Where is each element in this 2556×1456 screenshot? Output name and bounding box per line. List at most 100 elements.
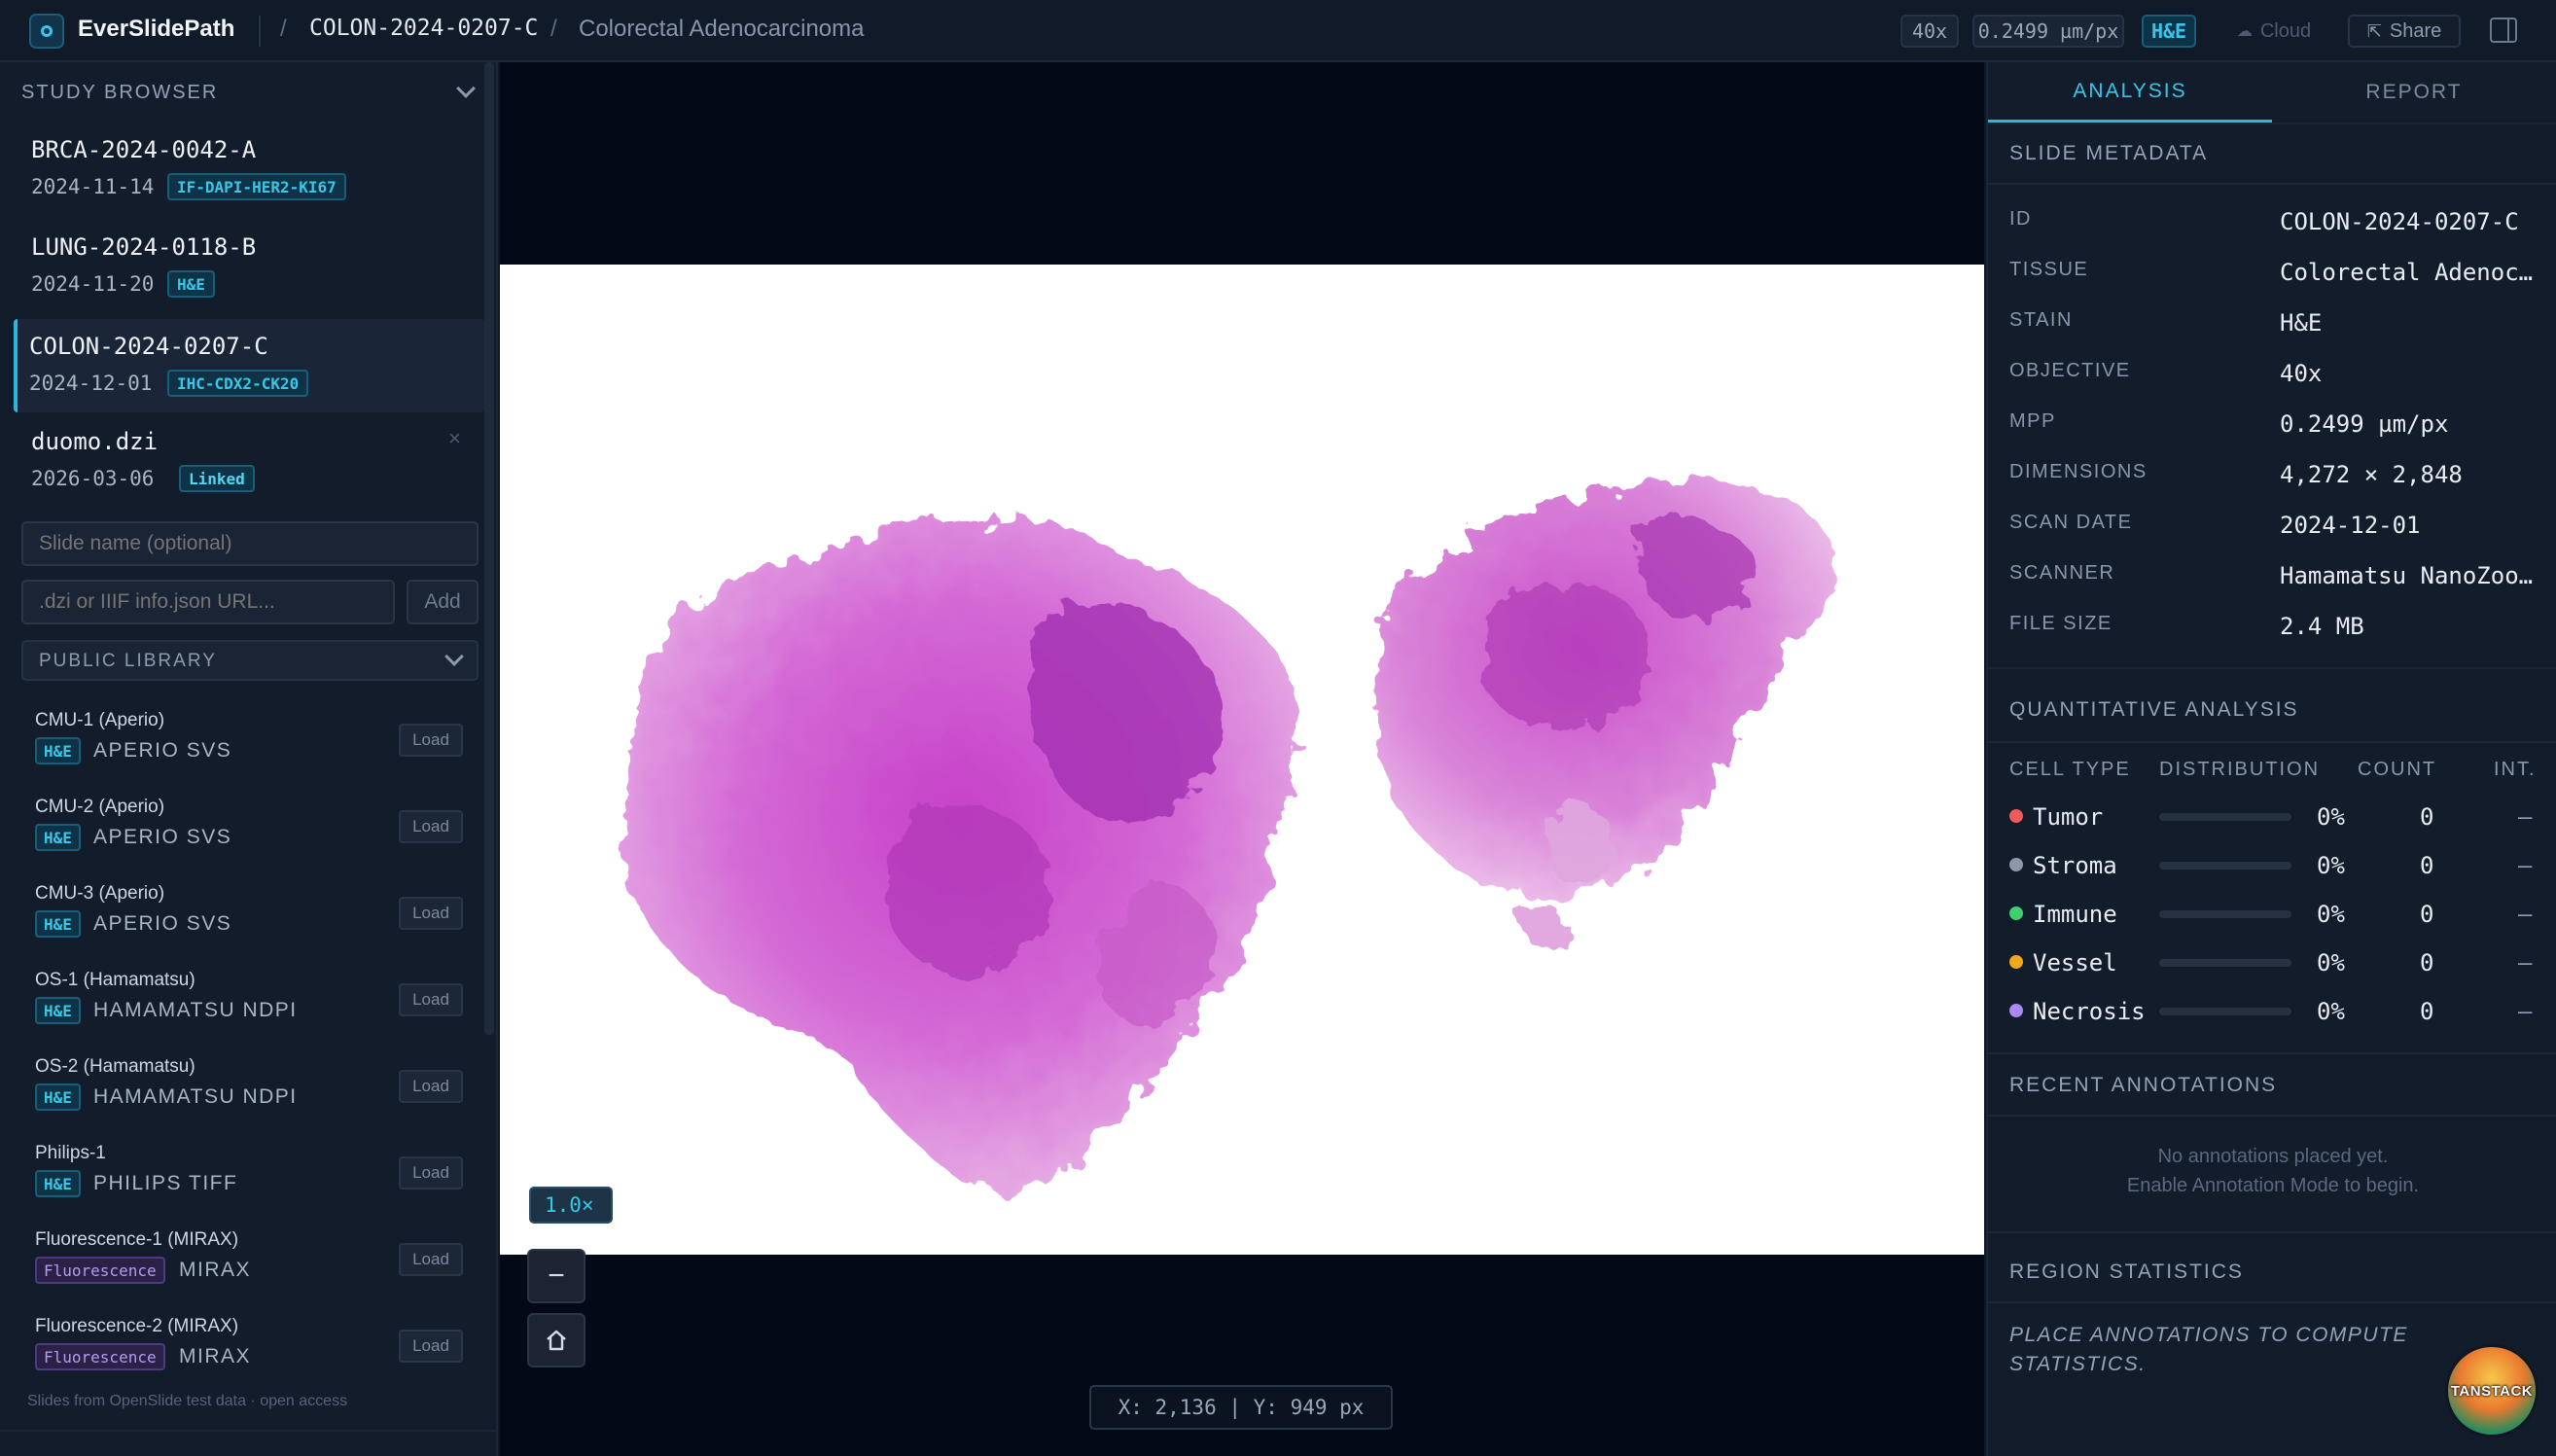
divider: [259, 16, 261, 47]
metadata-value: 2024-12-01: [2280, 512, 2421, 539]
cell-type-color-dot: [2009, 1004, 2023, 1017]
metadata-key: STAIN: [2009, 309, 2073, 331]
load-button[interactable]: Load: [399, 983, 463, 1016]
library-item-name: Fluorescence-1 (MIRAX): [35, 1229, 239, 1250]
sidebar-scrollbar[interactable]: [484, 62, 494, 1035]
slide-metadata-title: SLIDE METADATA: [2009, 142, 2209, 164]
metadata-key: FILE SIZE: [2009, 613, 2112, 634]
study-item[interactable]: BRCA-2024-0042-A 2024-11-14 IF-DAPI-HER2…: [14, 123, 484, 216]
cloud-button[interactable]: ☁ Cloud: [2225, 15, 2323, 48]
analysis-panel: ANALYSIS REPORT SLIDE METADATA ID COLON-…: [1986, 62, 2556, 1456]
load-button[interactable]: Load: [399, 1243, 463, 1276]
metadata-key: SCAN DATE: [2009, 512, 2133, 533]
study-item-active[interactable]: COLON-2024-0207-C 2024-12-01 IHC-CDX2-CK…: [14, 319, 484, 412]
distribution-bar: [2159, 813, 2291, 821]
load-button[interactable]: Load: [399, 1156, 463, 1190]
metadata-key: DIMENSIONS: [2009, 461, 2148, 482]
tissue-section-image: [622, 479, 1834, 1189]
distribution-bar: [2159, 1008, 2291, 1015]
close-icon[interactable]: ×: [448, 426, 461, 451]
slide-image[interactable]: [500, 265, 1984, 1255]
annotations-empty-text: No annotations placed yet.: [2157, 1146, 2389, 1167]
quantitative-analysis-title: QUANTITATIVE ANALYSIS: [2009, 698, 2299, 721]
distribution-bar: [2159, 862, 2291, 870]
stain-tag: H&E: [167, 270, 215, 298]
column-header-cell-type: CELL TYPE: [2009, 759, 2131, 780]
app-title[interactable]: EverSlidePath: [78, 16, 234, 43]
share-icon: ⇱: [2366, 20, 2382, 41]
load-button[interactable]: Load: [399, 810, 463, 843]
cell-type-row: Tumor 0% 0 —: [1988, 794, 2556, 842]
study-name: duomo.dzi: [31, 428, 159, 455]
slide-viewer[interactable]: 1.0× − X: 2,136 | Y: 949 px: [500, 62, 1984, 1456]
slide-name-input[interactable]: [21, 521, 479, 566]
cell-type-name: Vessel: [2033, 949, 2117, 977]
cell-type-row: Necrosis 0% 0 —: [1988, 988, 2556, 1037]
library-item-format: MIRAX: [179, 1345, 252, 1367]
cell-type-color-dot: [2009, 906, 2023, 920]
cell-type-row: Immune 0% 0 —: [1988, 891, 2556, 940]
slide-url-input[interactable]: [21, 580, 395, 624]
load-button[interactable]: Load: [399, 1070, 463, 1103]
panel-toggle-icon[interactable]: [2490, 18, 2517, 43]
add-slide-button[interactable]: Add: [407, 580, 479, 624]
home-button[interactable]: [527, 1313, 586, 1367]
library-item-name: CMU-2 (Aperio): [35, 797, 165, 817]
load-button[interactable]: Load: [399, 897, 463, 930]
cell-intensity: —: [2518, 998, 2533, 1025]
recent-annotations-title: RECENT ANNOTATIONS: [2009, 1074, 2278, 1096]
cell-type-row: Stroma 0% 0 —: [1988, 842, 2556, 891]
cell-type-color-dot: [2009, 955, 2023, 969]
load-button[interactable]: Load: [399, 1330, 463, 1363]
library-item-format: HAMAMATSU NDPI: [93, 999, 298, 1021]
library-item[interactable]: CMU-1 (Aperio) H&E APERIO SVS Load: [35, 710, 473, 788]
cell-intensity: —: [2518, 803, 2533, 831]
tab-analysis[interactable]: ANALYSIS: [1988, 62, 2272, 123]
load-button[interactable]: Load: [399, 724, 463, 757]
distribution-percent: 0%: [2317, 949, 2345, 977]
cell-type-row: Vessel 0% 0 —: [1988, 940, 2556, 988]
cell-intensity: —: [2518, 949, 2533, 977]
library-item[interactable]: CMU-3 (Aperio) H&E APERIO SVS Load: [35, 883, 473, 961]
library-item-name: Fluorescence-2 (MIRAX): [35, 1316, 239, 1336]
library-item-name: CMU-3 (Aperio): [35, 883, 165, 904]
linked-tag: Linked: [179, 465, 255, 492]
stain-tag: H&E: [35, 997, 81, 1024]
tanstack-devtools-badge[interactable]: TANSTACK: [2445, 1344, 2538, 1438]
chevron-down-icon[interactable]: [456, 79, 476, 98]
divider: [1988, 741, 2556, 743]
study-item[interactable]: duomo.dzi 2026-03-06 Linked ×: [14, 414, 484, 508]
study-date: 2024-12-01: [29, 372, 153, 395]
breadcrumb-slide-id[interactable]: COLON-2024-0207-C: [309, 16, 538, 41]
column-header-int: INT.: [2494, 759, 2537, 780]
library-item[interactable]: OS-1 (Hamamatsu) H&E HAMAMATSU NDPI Load: [35, 970, 473, 1048]
cloud-label: Cloud: [2259, 19, 2312, 42]
study-sidebar: STUDY BROWSER BRCA-2024-0042-A 2024-11-1…: [0, 62, 498, 1456]
cursor-coordinates: X: 2,136 | Y: 949 px: [1089, 1385, 1393, 1430]
home-icon: [547, 1330, 566, 1351]
library-item[interactable]: OS-2 (Hamamatsu) H&E HAMAMATSU NDPI Load: [35, 1056, 473, 1134]
study-item[interactable]: LUNG-2024-0118-B 2024-11-20 H&E: [14, 220, 484, 313]
share-label: Share: [2389, 19, 2442, 42]
divider: [1988, 1115, 2556, 1117]
metadata-value: 2.4 MB: [2280, 613, 2364, 640]
public-library-select[interactable]: PUBLIC LIBRARY: [21, 640, 479, 681]
stain-tag: H&E: [35, 910, 81, 938]
tab-report[interactable]: REPORT: [2272, 62, 2556, 123]
zoom-out-button[interactable]: −: [527, 1249, 586, 1303]
column-header-count: COUNT: [2358, 759, 2437, 780]
metadata-key: TISSUE: [2009, 259, 2089, 280]
app-logo-icon[interactable]: [29, 14, 64, 49]
share-button[interactable]: ⇱ Share: [2348, 15, 2461, 48]
divider: [1988, 1231, 2556, 1233]
library-item[interactable]: Fluorescence-1 (MIRAX) Fluorescence MIRA…: [35, 1229, 473, 1307]
library-item[interactable]: CMU-2 (Aperio) H&E APERIO SVS Load: [35, 797, 473, 874]
public-library-label: PUBLIC LIBRARY: [39, 651, 217, 671]
metadata-value: Colorectal Adenoc…: [2280, 259, 2534, 286]
library-item-name: Philips-1: [35, 1143, 106, 1163]
metadata-value: COLON-2024-0207-C: [2280, 208, 2519, 235]
metadata-value: 4,272 × 2,848: [2280, 461, 2463, 488]
library-item[interactable]: Philips-1 H&E PHILIPS TIFF Load: [35, 1143, 473, 1221]
library-item[interactable]: Fluorescence-2 (MIRAX) Fluorescence MIRA…: [35, 1316, 473, 1394]
stain-tag: H&E: [35, 737, 81, 764]
